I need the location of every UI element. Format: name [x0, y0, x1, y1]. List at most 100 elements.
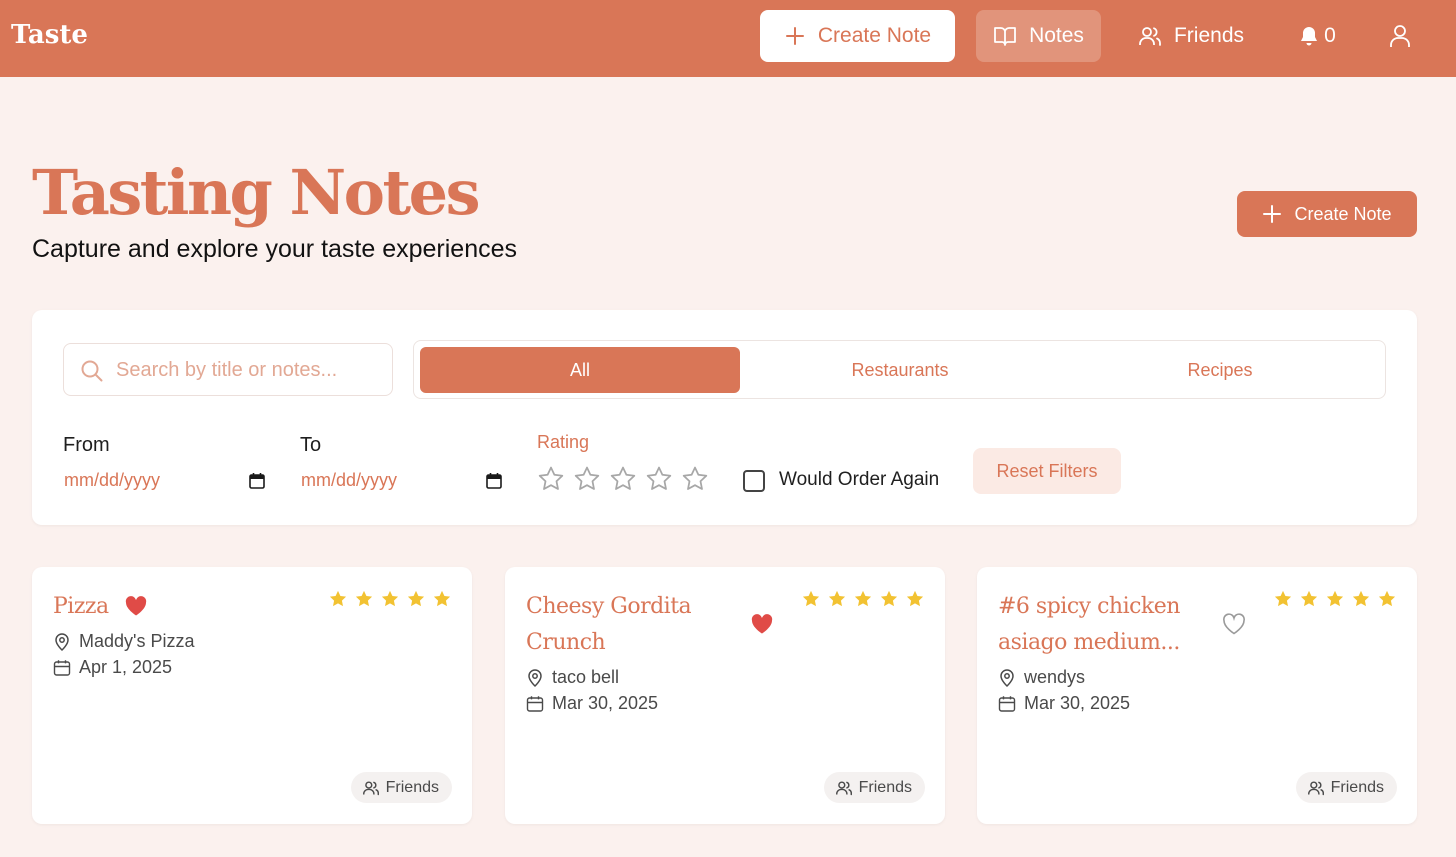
note-location: wendys [998, 667, 1085, 688]
star-icon [407, 590, 425, 607]
rating-label: Rating [537, 432, 590, 452]
notification-count: 0 [1324, 24, 1336, 47]
note-title-line: Pizza [53, 594, 109, 619]
note-location-text: wendys [1024, 667, 1086, 687]
page-title: Tasting Notes [32, 156, 481, 229]
note-card[interactable]: Cheesy Gordita Crunch taco bell Mar 30, 202… [505, 567, 945, 824]
note-card[interactable]: Pizza Maddy's Pizza Apr 1, 2025 Friends [32, 567, 472, 824]
star-icon [828, 590, 846, 607]
user-profile-button[interactable] [1378, 10, 1422, 62]
tab-restaurants[interactable]: Restaurants [740, 347, 1060, 393]
nav-friends-button[interactable]: Friends [1124, 10, 1258, 62]
star-icon [906, 590, 924, 607]
note-title-line: Crunch [526, 630, 606, 655]
visibility-label: Friends [385, 778, 439, 796]
book-open-icon [994, 27, 1016, 46]
calendar-icon[interactable] [486, 472, 502, 489]
user-icon [1390, 25, 1410, 47]
star-icon[interactable] [537, 465, 565, 493]
to-label: To [300, 434, 322, 456]
star-icon [1300, 590, 1318, 607]
nav-create-note-button[interactable]: Create Note [760, 10, 955, 62]
note-card[interactable]: #6 spicy chicken asiago medium... wendys Ma… [977, 567, 1417, 824]
category-tabs: All Restaurants Recipes [413, 340, 1386, 399]
star-icon [1274, 590, 1292, 607]
star-icon [433, 590, 451, 607]
star-icon [1378, 590, 1396, 607]
note-title-line: #6 spicy chicken [998, 594, 1180, 619]
brand-logo[interactable]: Taste [11, 20, 88, 50]
favorite-heart-icon[interactable] [1222, 613, 1246, 635]
to-date-placeholder: mm/dd/yyyy [301, 469, 398, 490]
star-icon[interactable] [681, 465, 709, 493]
map-pin-icon [526, 668, 544, 687]
note-title[interactable]: Cheesy Gordita Crunch [526, 589, 692, 661]
users-icon [1307, 780, 1325, 796]
would-order-again-label[interactable]: Would Order Again [779, 469, 939, 491]
note-rating-stars [801, 589, 925, 609]
tab-recipes[interactable]: Recipes [1060, 347, 1380, 393]
calendar-icon [998, 695, 1016, 713]
note-location-text: Maddy's Pizza [79, 631, 195, 651]
search-input[interactable] [116, 354, 376, 386]
users-icon [835, 780, 853, 796]
notifications-button[interactable]: 0 [1288, 10, 1346, 62]
nav-create-note-label: Create Note [817, 24, 932, 47]
reset-filters-button[interactable]: Reset Filters [973, 448, 1121, 494]
note-title[interactable]: #6 spicy chicken asiago medium... [998, 589, 1180, 661]
would-order-again-checkbox[interactable] [743, 470, 765, 492]
star-icon[interactable] [573, 465, 601, 493]
note-location: Maddy's Pizza [53, 631, 194, 652]
from-date-input[interactable]: mm/dd/yyyy [63, 466, 271, 494]
map-pin-icon [998, 668, 1016, 687]
note-date-text: Apr 1, 2025 [79, 657, 173, 677]
plus-icon [1263, 205, 1282, 223]
calendar-icon [53, 659, 71, 677]
star-icon[interactable] [609, 465, 637, 493]
visibility-label: Friends [1330, 778, 1384, 796]
plus-icon [785, 27, 804, 45]
page-subtitle: Capture and explore your taste experienc… [32, 235, 518, 263]
star-icon[interactable] [645, 465, 673, 493]
note-location: taco bell [526, 667, 619, 688]
calendar-icon [526, 695, 544, 713]
create-note-button[interactable]: Create Note [1237, 191, 1417, 237]
note-rating-stars [1273, 589, 1397, 609]
create-note-label: Create Note [1294, 203, 1392, 224]
star-icon [880, 590, 898, 607]
star-icon [802, 590, 820, 607]
favorite-heart-icon[interactable] [750, 613, 774, 635]
favorite-heart-icon[interactable] [124, 595, 148, 617]
visibility-badge: Friends [1295, 772, 1397, 803]
to-date-input[interactable]: mm/dd/yyyy [300, 466, 508, 494]
note-title-line: asiago medium... [998, 630, 1180, 655]
note-date-text: Mar 30, 2025 [1024, 693, 1131, 713]
from-label: From [63, 434, 110, 456]
rating-filter-stars [537, 465, 709, 493]
note-date: Mar 30, 2025 [526, 693, 658, 714]
star-icon [381, 590, 399, 607]
nav-notes-label: Notes [1029, 24, 1084, 47]
visibility-label: Friends [858, 778, 912, 796]
from-date-placeholder: mm/dd/yyyy [64, 469, 161, 490]
visibility-badge: Friends [823, 772, 925, 803]
visibility-badge: Friends [350, 772, 452, 803]
nav-notes-button[interactable]: Notes [976, 10, 1101, 62]
note-date-text: Mar 30, 2025 [552, 693, 659, 713]
filter-panel: All Restaurants Recipes From mm/dd/yyyy … [32, 310, 1417, 525]
note-rating-stars [328, 589, 452, 609]
search-box [63, 343, 393, 396]
users-icon [1139, 27, 1161, 46]
top-navbar: Taste Create Note Notes Friends 0 [0, 0, 1456, 77]
bell-icon [1301, 27, 1318, 46]
calendar-icon[interactable] [249, 472, 265, 489]
star-icon [329, 590, 347, 607]
note-date: Apr 1, 2025 [53, 657, 172, 678]
tab-all[interactable]: All [420, 347, 740, 393]
map-pin-icon [53, 632, 71, 651]
nav-friends-label: Friends [1173, 24, 1245, 47]
users-icon [362, 780, 380, 796]
star-icon [854, 590, 872, 607]
note-date: Mar 30, 2025 [998, 693, 1130, 714]
note-title[interactable]: Pizza [53, 589, 109, 625]
